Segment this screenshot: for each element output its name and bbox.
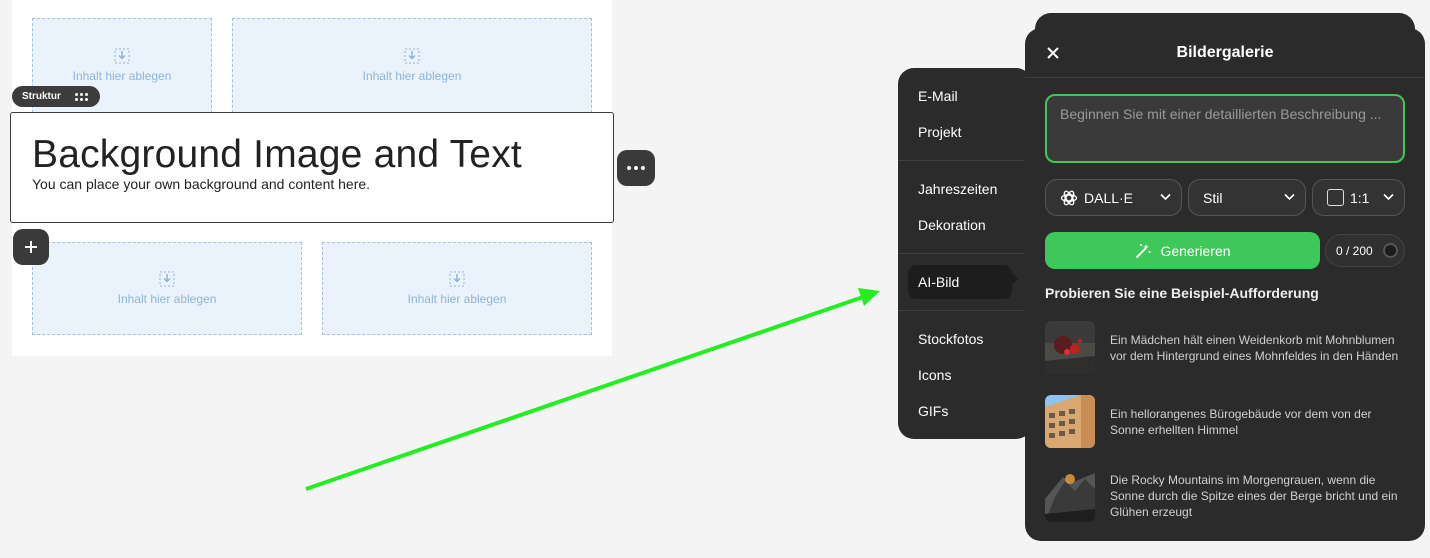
prompt-placeholder: Beginnen Sie mit einer detaillierten Bes… (1060, 106, 1382, 122)
menu-item-gifs[interactable]: GIFs (908, 394, 1012, 428)
aspect-ratio-select[interactable]: 1:1 (1312, 179, 1405, 216)
magic-wand-icon (1136, 243, 1151, 258)
drop-label: Inhalt hier ablegen (117, 292, 217, 306)
chevron-down-icon (1383, 193, 1394, 201)
close-icon[interactable] (1045, 45, 1061, 61)
more-options-button[interactable] (617, 150, 655, 186)
dot-icon (634, 166, 638, 170)
block-subtitle[interactable]: You can place your own background and co… (32, 176, 613, 192)
menu-item-email[interactable]: E-Mail (908, 79, 1012, 113)
generate-label: Generieren (1160, 242, 1231, 259)
drag-handle-icon[interactable] (74, 92, 88, 101)
example-text: Ein Mädchen hält einen Weidenkorb mit Mo… (1110, 332, 1399, 363)
model-select[interactable]: DALL·E (1045, 179, 1182, 216)
structure-chip[interactable]: Struktur (12, 86, 100, 107)
menu-divider (898, 253, 1024, 254)
menu-item-icons[interactable]: Icons (908, 358, 1012, 392)
background-image-text-block[interactable]: Background Image and Text You can place … (10, 112, 614, 223)
generate-button[interactable]: Generieren (1045, 232, 1320, 269)
model-select-value: DALL·E (1084, 189, 1134, 206)
drop-zone[interactable]: Inhalt hier ablegen (322, 242, 592, 335)
menu-divider (898, 310, 1024, 311)
drop-label: Inhalt hier ablegen (72, 69, 172, 83)
panel-title: Bildergalerie (1176, 43, 1274, 61)
counter-text: 0 / 200 (1336, 243, 1373, 258)
menu-item-ai-bild[interactable]: AI-Bild (908, 265, 1012, 299)
menu-item-label: Jahreszeiten (918, 181, 998, 197)
menu-item-label: E-Mail (918, 88, 958, 104)
menu-item-label: AI-Bild (918, 274, 960, 290)
drop-label: Inhalt hier ablegen (362, 69, 462, 83)
plus-icon (25, 241, 37, 253)
drop-zone[interactable]: Inhalt hier ablegen (232, 18, 592, 113)
example-text: Die Rocky Mountains im Morgengrauen, wen… (1110, 472, 1398, 519)
structure-label: Struktur (22, 91, 61, 102)
menu-item-label: Dekoration (918, 217, 986, 233)
chevron-down-icon (1284, 193, 1295, 201)
menu-item-label: Icons (918, 367, 952, 383)
menu-item-jahreszeiten[interactable]: Jahreszeiten (908, 172, 1012, 206)
example-prompt[interactable]: Ein hellorangenes Bürogebäude vor dem vo… (1045, 395, 1405, 448)
menu-item-projekt[interactable]: Projekt (908, 115, 1012, 149)
menu-item-label: Stockfotos (918, 331, 984, 347)
panel-header: Bildergalerie (1025, 28, 1425, 78)
openai-icon (1060, 190, 1078, 205)
progress-ring-icon (1383, 243, 1398, 258)
active-pointer (1010, 271, 1018, 287)
drop-download-icon (159, 271, 175, 287)
menu-divider (898, 160, 1024, 161)
example-thumbnail (1045, 395, 1095, 448)
ratio-select-value: 1:1 (1350, 189, 1370, 206)
block-title[interactable]: Background Image and Text (32, 135, 613, 174)
drop-download-icon (449, 271, 465, 287)
example-thumbnail (1045, 469, 1095, 522)
drop-download-icon (114, 48, 130, 64)
menu-item-dekoration[interactable]: Dekoration (908, 208, 1012, 242)
drop-label: Inhalt hier ablegen (407, 292, 507, 306)
menu-item-label: GIFs (918, 403, 949, 419)
example-prompt[interactable]: Ein Mädchen hält einen Weidenkorb mit Mo… (1045, 321, 1405, 374)
image-gallery-panel: Bildergalerie Beginnen Sie mit einer det… (1025, 28, 1425, 541)
category-menu: E-Mail Projekt Jahreszeiten Dekoration A… (898, 68, 1032, 439)
add-block-button[interactable] (13, 229, 49, 265)
credit-counter: 0 / 200 (1325, 234, 1405, 267)
dot-icon (641, 166, 645, 170)
menu-item-stockfotos[interactable]: Stockfotos (908, 322, 1012, 356)
menu-item-label: Projekt (918, 124, 962, 140)
square-ratio-icon (1327, 189, 1344, 206)
chevron-down-icon (1160, 193, 1171, 201)
example-prompt[interactable]: Die Rocky Mountains im Morgengrauen, wen… (1045, 469, 1405, 522)
examples-heading: Probieren Sie eine Beispiel-Aufforderung (1045, 285, 1319, 301)
dot-icon (627, 166, 631, 170)
drop-download-icon (404, 48, 420, 64)
example-thumbnail (1045, 321, 1095, 374)
style-select-value: Stil (1203, 189, 1223, 206)
style-select[interactable]: Stil (1188, 179, 1306, 216)
prompt-input[interactable]: Beginnen Sie mit einer detaillierten Bes… (1045, 94, 1405, 163)
drop-zone[interactable]: Inhalt hier ablegen (32, 242, 302, 335)
example-text: Ein hellorangenes Bürogebäude vor dem vo… (1110, 406, 1372, 437)
